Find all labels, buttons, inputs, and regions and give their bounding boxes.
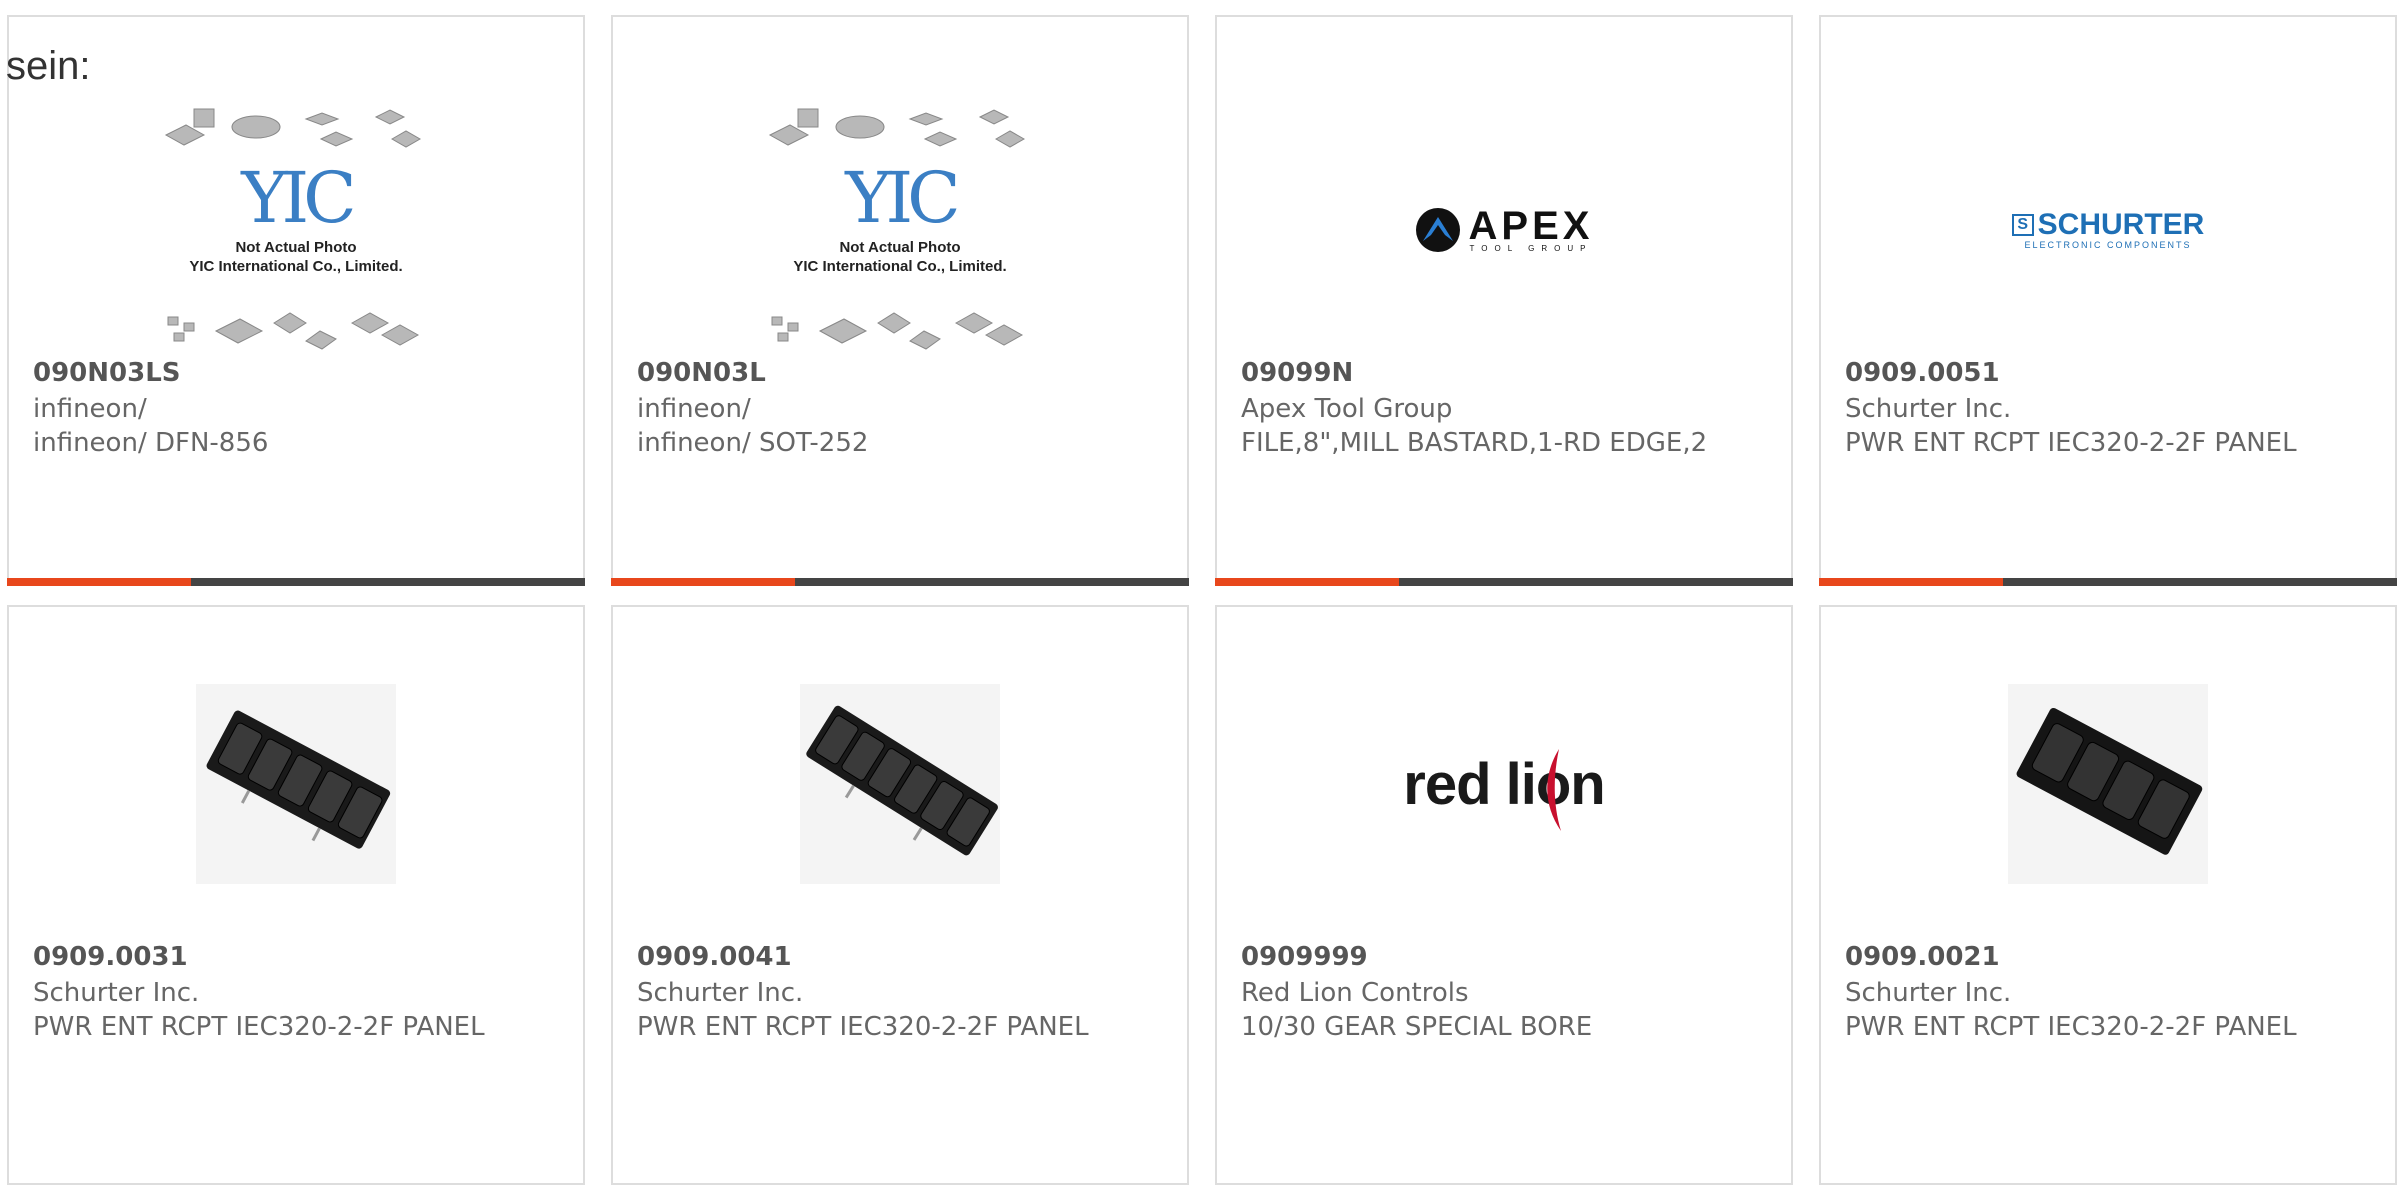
description: 10/30 GEAR SPECIAL BORE xyxy=(1241,1012,1593,1042)
chip-icons xyxy=(768,108,1026,148)
manufacturer: Schurter Inc. xyxy=(1845,978,2012,1008)
part-number[interactable]: 0909.0031 xyxy=(33,942,188,972)
card-bottom-bar xyxy=(1819,578,2397,586)
part-number[interactable]: 09099N xyxy=(1241,358,1353,388)
power-strip-icon xyxy=(196,684,396,884)
description: infineon/ SOT-252 xyxy=(637,428,869,458)
card-bottom-bar xyxy=(7,578,585,586)
yic-logo: YIC xyxy=(845,157,960,239)
redlion-logo: red lion xyxy=(1403,748,1606,831)
caption-line: Not Actual Photo xyxy=(839,239,961,256)
redlion-swoosh-icon xyxy=(1547,748,1562,831)
section-heading: sein: xyxy=(6,44,91,88)
bar-accent xyxy=(611,578,795,586)
caption-line: YIC International Co., Limited. xyxy=(189,258,403,275)
product-image[interactable] xyxy=(9,669,583,899)
apex-logo: APEX TOOL GROUP xyxy=(1415,203,1594,253)
apex-subtext: TOOL GROUP xyxy=(1469,243,1593,253)
manufacturer: Schurter Inc. xyxy=(637,978,804,1008)
card-bottom-bar xyxy=(611,578,1189,586)
manufacturer: Schurter Inc. xyxy=(33,978,200,1008)
schurter-wordmark: SCHURTER xyxy=(2037,208,2205,241)
placeholder-caption: Not Actual Photo YIC International Co., … xyxy=(760,238,1040,276)
product-image[interactable]: YIC Not Actual Photo YIC International C… xyxy=(613,95,1187,365)
manufacturer: Schurter Inc. xyxy=(1845,394,2012,424)
product-card[interactable]: S SCHURTER ELECTRONIC COMPONENTS 0909.00… xyxy=(1819,15,2397,586)
manufacturer: Red Lion Controls xyxy=(1241,978,1469,1008)
product-card[interactable]: APEX TOOL GROUP 09099N Apex Tool Group F… xyxy=(1215,15,1793,586)
product-card[interactable]: 0909.0021 Schurter Inc. PWR ENT RCPT IEC… xyxy=(1819,605,2397,1185)
caption-line: YIC International Co., Limited. xyxy=(793,258,1007,275)
placeholder-caption: Not Actual Photo YIC International Co., … xyxy=(156,238,436,276)
manufacturer: Apex Tool Group xyxy=(1241,394,1453,424)
part-number[interactable]: 090N03L xyxy=(637,358,766,388)
description: PWR ENT RCPT IEC320-2-2F PANEL xyxy=(1845,428,2297,458)
product-card[interactable]: YIC Not Actual Photo YIC International C… xyxy=(611,15,1189,586)
apex-wordmark: APEX xyxy=(1468,203,1594,248)
schurter-subtext: ELECTRONIC COMPONENTS xyxy=(2024,240,2192,250)
manufacturer: infineon/ xyxy=(637,394,751,424)
chip-icons xyxy=(771,312,1024,350)
product-card[interactable]: red lion 0909999 Red Lion Controls 10/30… xyxy=(1215,605,1793,1185)
power-strip-icon xyxy=(2008,684,2208,884)
bar-accent xyxy=(1819,578,2003,586)
chip-icons xyxy=(164,108,422,148)
product-card[interactable]: YIC Not Actual Photo YIC International C… xyxy=(7,15,585,586)
part-number[interactable]: 0909.0021 xyxy=(1845,942,2000,972)
bar-accent xyxy=(1215,578,1399,586)
power-strip-icon xyxy=(800,684,1000,884)
part-number[interactable]: 0909999 xyxy=(1241,942,1368,972)
bar-accent xyxy=(7,578,191,586)
description: PWR ENT RCPT IEC320-2-2F PANEL xyxy=(33,1012,485,1042)
part-number[interactable]: 090N03LS xyxy=(33,358,181,388)
card-bottom-bar xyxy=(1215,578,1793,586)
description: PWR ENT RCPT IEC320-2-2F PANEL xyxy=(637,1012,1089,1042)
part-number[interactable]: 0909.0041 xyxy=(637,942,792,972)
manufacturer: infineon/ xyxy=(33,394,147,424)
schurter-logo: S SCHURTER ELECTRONIC COMPONENTS xyxy=(2011,208,2205,250)
description: PWR ENT RCPT IEC320-2-2F PANEL xyxy=(1845,1012,2297,1042)
description: FILE,8",MILL BASTARD,1-RD EDGE,2 xyxy=(1241,428,1708,458)
product-image[interactable] xyxy=(613,669,1187,899)
schurter-mark-icon: S xyxy=(2011,214,2034,236)
apex-mountain-icon xyxy=(1415,208,1460,252)
product-image[interactable]: red lion xyxy=(1217,669,1791,899)
product-card[interactable]: 0909.0031 Schurter Inc. PWR ENT RCPT IEC… xyxy=(7,605,585,1185)
yic-placeholder-image: YIC Not Actual Photo YIC International C… xyxy=(760,105,1040,355)
product-grid: YIC Not Actual Photo YIC International C… xyxy=(0,0,2400,1185)
product-image[interactable] xyxy=(1821,669,2395,899)
description: infineon/ DFN-856 xyxy=(33,428,269,458)
chip-icons xyxy=(167,312,420,350)
product-image[interactable]: S SCHURTER ELECTRONIC COMPONENTS xyxy=(1821,95,2395,365)
product-card[interactable]: 0909.0041 Schurter Inc. PWR ENT RCPT IEC… xyxy=(611,605,1189,1185)
caption-line: Not Actual Photo xyxy=(235,239,357,256)
product-image[interactable]: APEX TOOL GROUP xyxy=(1217,95,1791,365)
yic-placeholder-image: YIC Not Actual Photo YIC International C… xyxy=(156,105,436,355)
part-number[interactable]: 0909.0051 xyxy=(1845,358,2000,388)
product-image[interactable]: YIC Not Actual Photo YIC International C… xyxy=(9,95,583,365)
yic-logo: YIC xyxy=(241,157,356,239)
